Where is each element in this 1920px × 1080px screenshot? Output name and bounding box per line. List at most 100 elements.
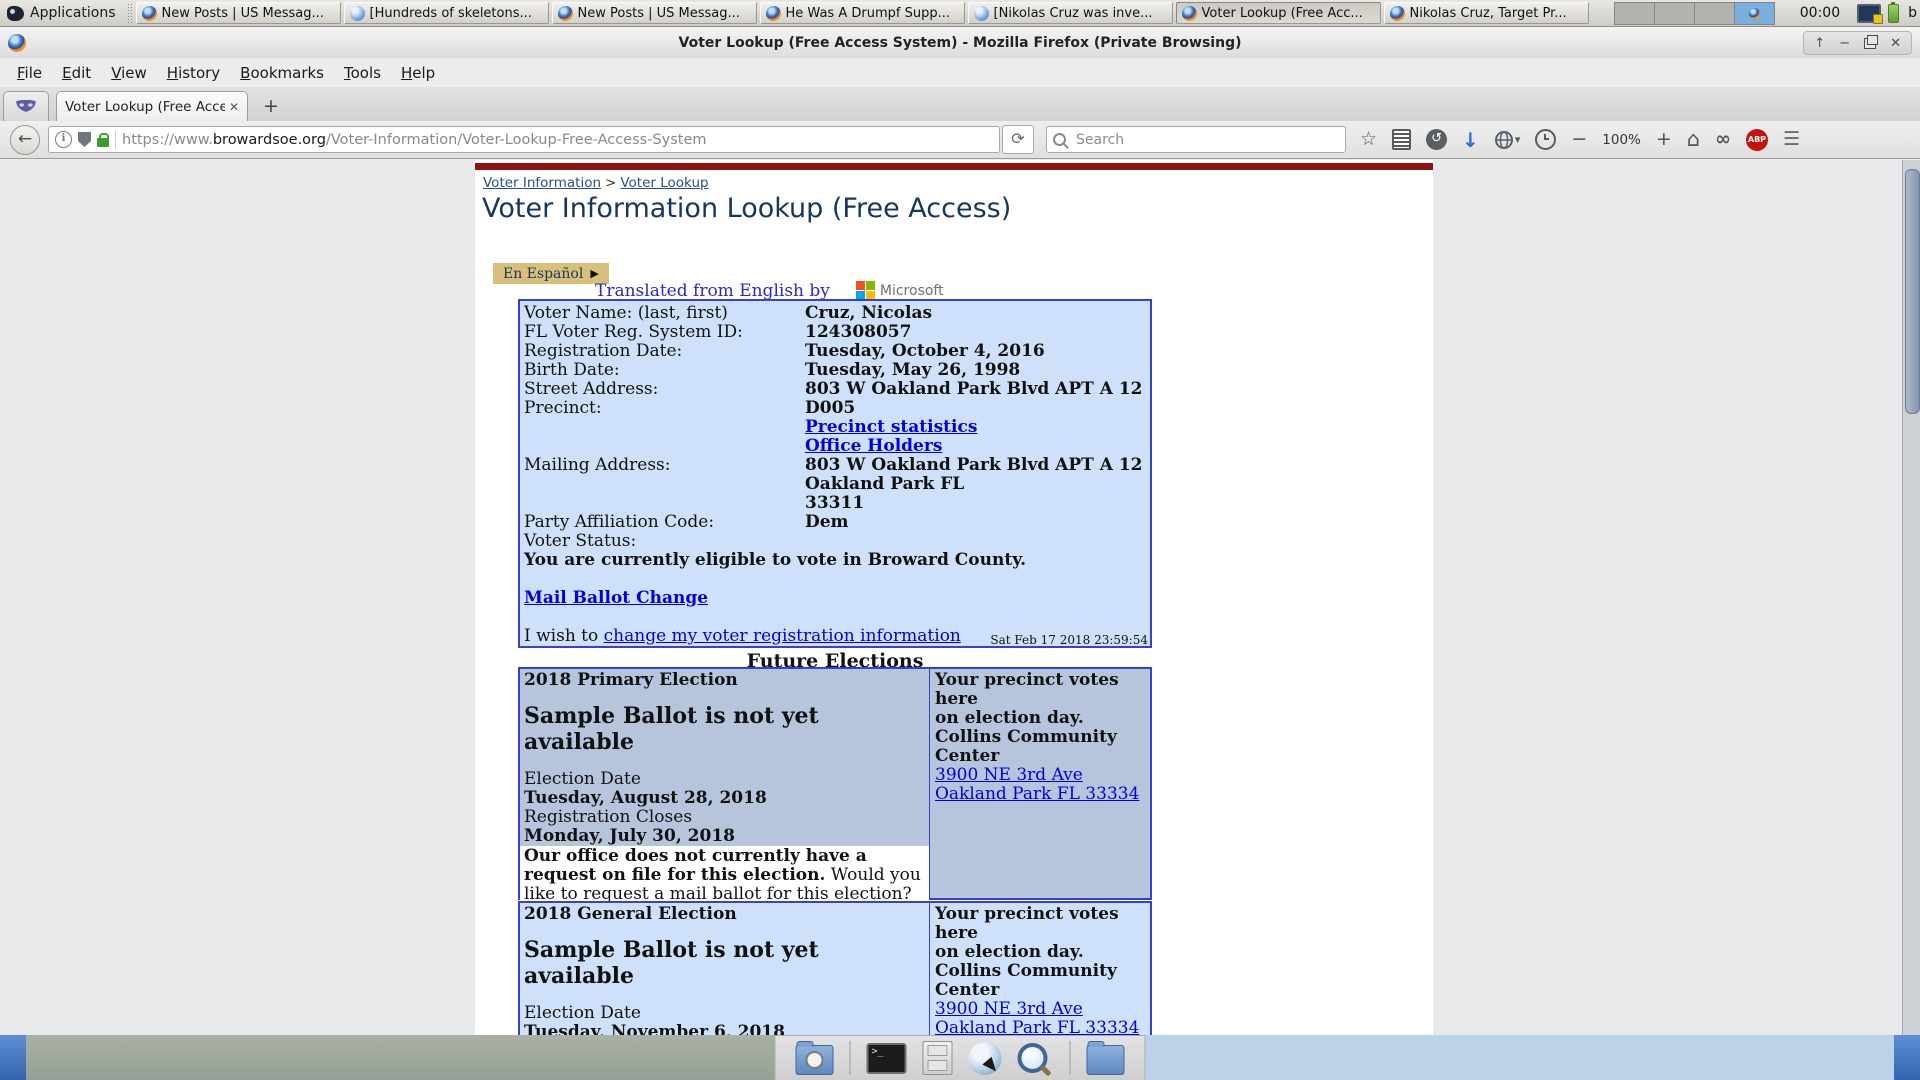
taskbar-window-button-active[interactable]: Voter Lookup (Free Acc...: [1176, 2, 1381, 24]
private-browsing-indicator[interactable]: [3, 91, 49, 121]
minimize-button[interactable]: −: [1839, 37, 1850, 50]
recent-documents-icon[interactable]: [796, 1045, 834, 1075]
precinct-address-link[interactable]: 3900 NE 3rd Ave: [935, 1000, 1145, 1019]
workspace-2[interactable]: [1655, 2, 1695, 25]
voter-row: Birth Date:Tuesday, May 26, 1998: [524, 361, 1146, 380]
general-election-details: 2018 General Election Sample Ballot is n…: [520, 903, 930, 1040]
menu-view[interactable]: View: [102, 61, 156, 85]
page-header-bar: [475, 163, 1433, 170]
applications-menu[interactable]: Applications: [3, 1, 124, 26]
voter-row: Precinct:D005: [524, 399, 1146, 418]
microsoft-squares-icon: [856, 281, 875, 300]
breadcrumb-separator: >: [605, 175, 616, 191]
office-holders-link[interactable]: Office Holders: [805, 437, 942, 456]
new-tab-button[interactable]: +: [256, 93, 286, 119]
workspace-1[interactable]: [1614, 2, 1655, 25]
menu-help[interactable]: Help: [392, 61, 444, 85]
search-tool-icon[interactable]: [1018, 1043, 1048, 1073]
maximize-button[interactable]: [1864, 38, 1876, 49]
translated-by-line: Translated from English by Microsoft: [595, 281, 944, 301]
tab-close-icon[interactable]: ✕: [229, 100, 239, 114]
system-tray: [1857, 4, 1899, 23]
search-magnifier-icon[interactable]: [1053, 133, 1066, 146]
window-title: Voter Lookup (Free Access System) - Mozi…: [0, 35, 1920, 51]
voter-row: Oakland Park FL: [524, 475, 1146, 494]
menu-file[interactable]: File: [8, 61, 51, 85]
home-button[interactable]: ⌂: [1687, 129, 1700, 150]
menu-tools[interactable]: Tools: [335, 61, 390, 85]
shade-button[interactable]: ↑: [1814, 37, 1825, 50]
clock: 00:00: [1800, 5, 1840, 21]
window-titlebar[interactable]: Voter Lookup (Free Access System) - Mozi…: [0, 27, 1920, 58]
precinct-address-link[interactable]: Oakland Park FL 33334: [935, 785, 1145, 804]
precinct-address-link[interactable]: 3900 NE 3rd Ave: [935, 766, 1145, 785]
navigation-toolbar: ← i https://www.browardsoe.org/Voter-Inf…: [0, 121, 1920, 159]
zoom-in-button[interactable]: +: [1656, 130, 1672, 149]
taskbar-window-button[interactable]: New Posts | US Messag...: [552, 2, 757, 24]
taskbar-window-button[interactable]: New Posts | US Messag...: [136, 2, 341, 24]
infinity-addon-icon[interactable]: ∞: [1715, 130, 1731, 149]
voter-row: 33311: [524, 494, 1146, 513]
toolbar-icons: ☆ ↺ ↓ ▾ − 100% + ⌂ ∞ ABP ☰: [1360, 129, 1800, 151]
taskbar-window-button[interactable]: [Nikolas Cruz was inve...: [968, 2, 1173, 24]
screen-lock-icon[interactable]: [1857, 4, 1881, 23]
url-bar[interactable]: i https://www.browardsoe.org/Voter-Infor…: [48, 126, 1000, 153]
adblock-plus-icon[interactable]: ABP: [1746, 129, 1768, 151]
menu-history[interactable]: History: [158, 61, 229, 85]
close-button[interactable]: ✕: [1890, 37, 1901, 50]
panel-grip: [127, 3, 133, 24]
search-bar[interactable]: [1046, 126, 1346, 153]
bookmark-star-icon[interactable]: ☆: [1360, 130, 1377, 149]
change-registration-link[interactable]: change my voter registration information: [604, 626, 961, 646]
back-button[interactable]: ←: [10, 125, 40, 155]
page-info-icon[interactable]: i: [55, 131, 72, 148]
taskbar-window-button[interactable]: Nikolas Cruz, Target Pr...: [1384, 2, 1589, 24]
vertical-scrollbar[interactable]: [1902, 160, 1920, 1040]
url-text[interactable]: https://www.browardsoe.org/Voter-Informa…: [122, 132, 993, 148]
history-clock-icon[interactable]: [1535, 129, 1556, 150]
taskbar-window-button[interactable]: He Was A Drumpf Supp...: [760, 2, 965, 24]
file-cabinet-icon[interactable]: [923, 1041, 953, 1075]
workspace-4-current[interactable]: [1735, 2, 1775, 25]
zoom-level[interactable]: 100%: [1602, 132, 1641, 148]
urlbar-separator: [115, 131, 116, 149]
menu-bookmarks[interactable]: Bookmarks: [231, 61, 333, 85]
zoom-out-button[interactable]: −: [1571, 130, 1587, 149]
panel-corner-right[interactable]: [1894, 1035, 1920, 1080]
downloads-icon[interactable]: ↓: [1462, 130, 1479, 150]
workspace-pager[interactable]: [1614, 2, 1775, 25]
bottom-strip: [0, 1035, 1920, 1080]
play-arrow-icon: ▶: [590, 267, 598, 280]
session-restore-icon[interactable]: ↺: [1426, 129, 1447, 150]
battery-icon[interactable]: [1888, 4, 1899, 23]
tab-title: Voter Lookup (Free Access: [65, 99, 225, 115]
voter-info-box: Voter Name: (last, first)Cruz, Nicolas F…: [518, 299, 1152, 648]
hamburger-menu-icon[interactable]: ☰: [1783, 130, 1800, 149]
tab-voter-lookup[interactable]: Voter Lookup (Free Access ✕: [56, 91, 248, 121]
https-lock-icon[interactable]: [97, 138, 109, 147]
reload-button[interactable]: ⟳: [1002, 125, 1034, 154]
voter-row: Office Holders: [524, 437, 1146, 456]
taskbar-window-button[interactable]: [Hundreds of skeletons...: [344, 2, 549, 24]
translate-spanish-button[interactable]: En Español ▶: [493, 263, 609, 284]
library-icon[interactable]: [1392, 129, 1411, 150]
search-input[interactable]: [1074, 131, 1339, 149]
tracking-shield-icon[interactable]: [78, 132, 91, 147]
globe-icon: [1494, 130, 1514, 150]
terminal-icon[interactable]: [867, 1043, 907, 1074]
breadcrumb-voter-lookup[interactable]: Voter Lookup: [620, 175, 708, 191]
mail-ballot-change-link[interactable]: Mail Ballot Change: [524, 588, 708, 608]
workspace-3[interactable]: [1695, 2, 1735, 25]
firefox-icon: [142, 6, 157, 21]
breadcrumb-voter-information[interactable]: Voter Information: [483, 175, 601, 191]
file-manager-icon[interactable]: [1087, 1045, 1125, 1075]
voter-row: FL Voter Reg. System ID:124308057: [524, 323, 1146, 342]
firefox-icon: [1749, 8, 1760, 19]
panel-corner-left[interactable]: [0, 1035, 26, 1080]
menu-edit[interactable]: Edit: [53, 61, 100, 85]
web-browser-icon[interactable]: [969, 1042, 1002, 1075]
translate-globe-group[interactable]: ▾: [1494, 130, 1521, 150]
scrollbar-thumb[interactable]: [1905, 169, 1920, 414]
precinct-statistics-link[interactable]: Precinct statistics: [805, 418, 977, 437]
voter-row: Voter Status:: [524, 532, 1146, 551]
